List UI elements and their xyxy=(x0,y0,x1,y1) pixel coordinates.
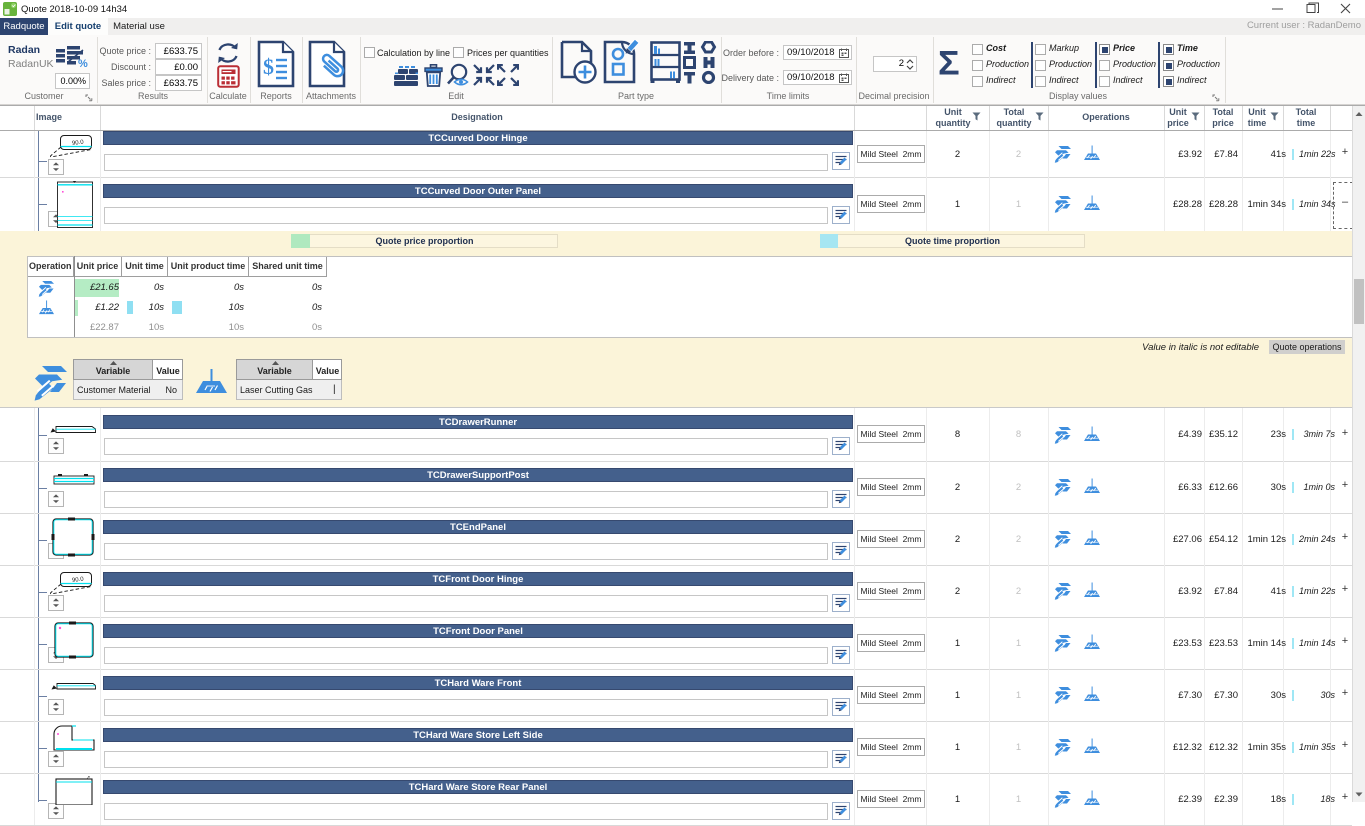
svg-text:$: $ xyxy=(263,54,274,79)
svg-text:↗: ↗ xyxy=(86,775,90,781)
